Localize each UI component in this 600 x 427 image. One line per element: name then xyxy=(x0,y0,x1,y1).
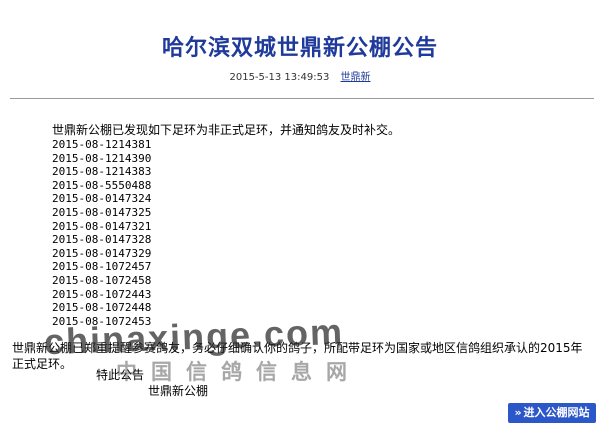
ring-number: 2015-08-0147325 xyxy=(52,205,152,219)
ring-number: 2015-08-1214390 xyxy=(52,151,152,165)
signature: 世鼎新公棚 xyxy=(148,384,209,398)
post-timestamp: 2015-5-13 13:49:53 xyxy=(229,72,330,83)
closing-text: 特此公告 xyxy=(96,368,145,382)
divider xyxy=(10,98,594,99)
enter-site-button[interactable]: » 进入公棚网站 xyxy=(508,403,596,423)
post-meta: 2015-5-13 13:49:53 世鼎新 xyxy=(0,68,600,83)
ring-number: 2015-08-1072443 xyxy=(52,287,152,301)
intro-text: 世鼎新公棚已发现如下足环为非正式足环，并通知鸽友及时补交。 xyxy=(52,123,401,137)
ring-number: 2015-08-0147329 xyxy=(52,246,152,260)
ring-number: 2015-08-1214381 xyxy=(52,138,152,151)
ring-list: 2015-08-1214381 2015-08-1214390 2015-08-… xyxy=(52,138,151,328)
ring-number: 2015-08-1072448 xyxy=(52,301,152,315)
page-title: 哈尔滨双城世鼎新公棚公告 xyxy=(161,36,438,61)
ring-number: 2015-08-1072458 xyxy=(52,273,152,287)
ring-number: 2015-08-1214383 xyxy=(52,165,152,179)
author-link[interactable]: 世鼎新 xyxy=(341,72,371,83)
double-arrow-icon: » xyxy=(514,406,522,419)
ring-number: 2015-08-0147324 xyxy=(52,192,152,206)
ring-number: 2015-08-1072453 xyxy=(52,314,152,328)
announcement-page: 哈尔滨双城世鼎新公棚公告 2015-5-13 13:49:53 世鼎新 世鼎新公… xyxy=(0,0,600,427)
ring-number: 2015-08-0147328 xyxy=(52,233,152,247)
enter-site-label: 进入公棚网站 xyxy=(523,406,590,419)
ring-number: 2015-08-5550488 xyxy=(52,178,152,192)
ring-number: 2015-08-1072457 xyxy=(52,260,152,274)
ring-number: 2015-08-0147321 xyxy=(52,219,152,233)
